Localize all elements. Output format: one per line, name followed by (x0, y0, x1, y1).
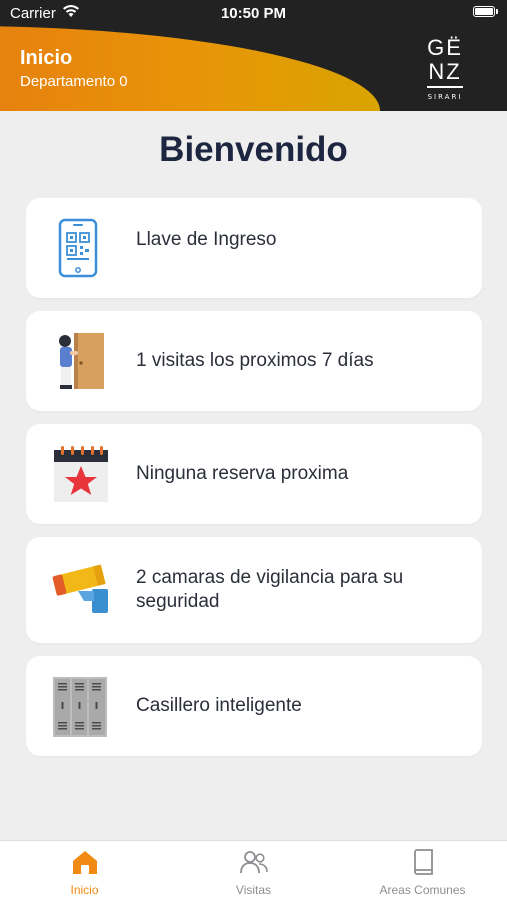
tab-label: Areas Comunes (379, 883, 466, 897)
logo-divider (427, 86, 463, 88)
header-title: Inicio (20, 47, 73, 69)
tab-visitas[interactable]: Visitas (169, 849, 338, 897)
card-smart-locker[interactable]: Casillero inteligente (26, 656, 482, 756)
page-title: Bienvenido (159, 130, 348, 169)
genz-logo: GË NZ SIRARI (420, 36, 470, 108)
card-reservations[interactable]: Ninguna reserva proxima (26, 424, 482, 524)
card-label: 2 camaras de vigilancia para su segurida… (136, 567, 404, 612)
app-header: Inicio Departamento 0 GË NZ SIRARI (0, 26, 507, 111)
logo-line-1: GË (427, 35, 463, 60)
tab-bar: Inicio Visitas Areas Comunes (0, 840, 507, 901)
visitor-door-icon (52, 329, 108, 397)
header-subtitle: Departamento 0 (20, 73, 128, 90)
card-label: Llave de Ingreso (136, 229, 277, 250)
card-entry-key[interactable]: Llave de Ingreso (26, 198, 482, 298)
tab-areas-comunes[interactable]: Areas Comunes (338, 849, 507, 897)
home-icon (71, 851, 99, 879)
battery-icon (473, 6, 498, 17)
card-label: 1 visitas los proximos 7 días (136, 350, 374, 371)
card-cameras[interactable]: 2 camaras de vigilancia para su segurida… (26, 537, 482, 643)
lockers-icon (52, 676, 108, 742)
status-bar: Carrier 10:50 PM (0, 0, 507, 26)
security-camera-icon (48, 561, 114, 621)
card-visits[interactable]: 1 visitas los proximos 7 días (26, 311, 482, 411)
calendar-star-icon (52, 444, 110, 508)
phone-qr-icon (58, 218, 98, 282)
book-icon (411, 849, 435, 879)
tab-label: Inicio (70, 883, 99, 897)
card-label: Casillero inteligente (136, 695, 302, 716)
tab-inicio[interactable]: Inicio (0, 849, 169, 897)
card-label: Ninguna reserva proxima (136, 463, 349, 484)
people-icon (239, 851, 269, 879)
logo-tagline: SIRARI (427, 93, 463, 101)
tab-label: Visitas (235, 883, 272, 897)
clock: 10:50 PM (220, 5, 287, 22)
logo-line-2: NZ (428, 59, 462, 84)
